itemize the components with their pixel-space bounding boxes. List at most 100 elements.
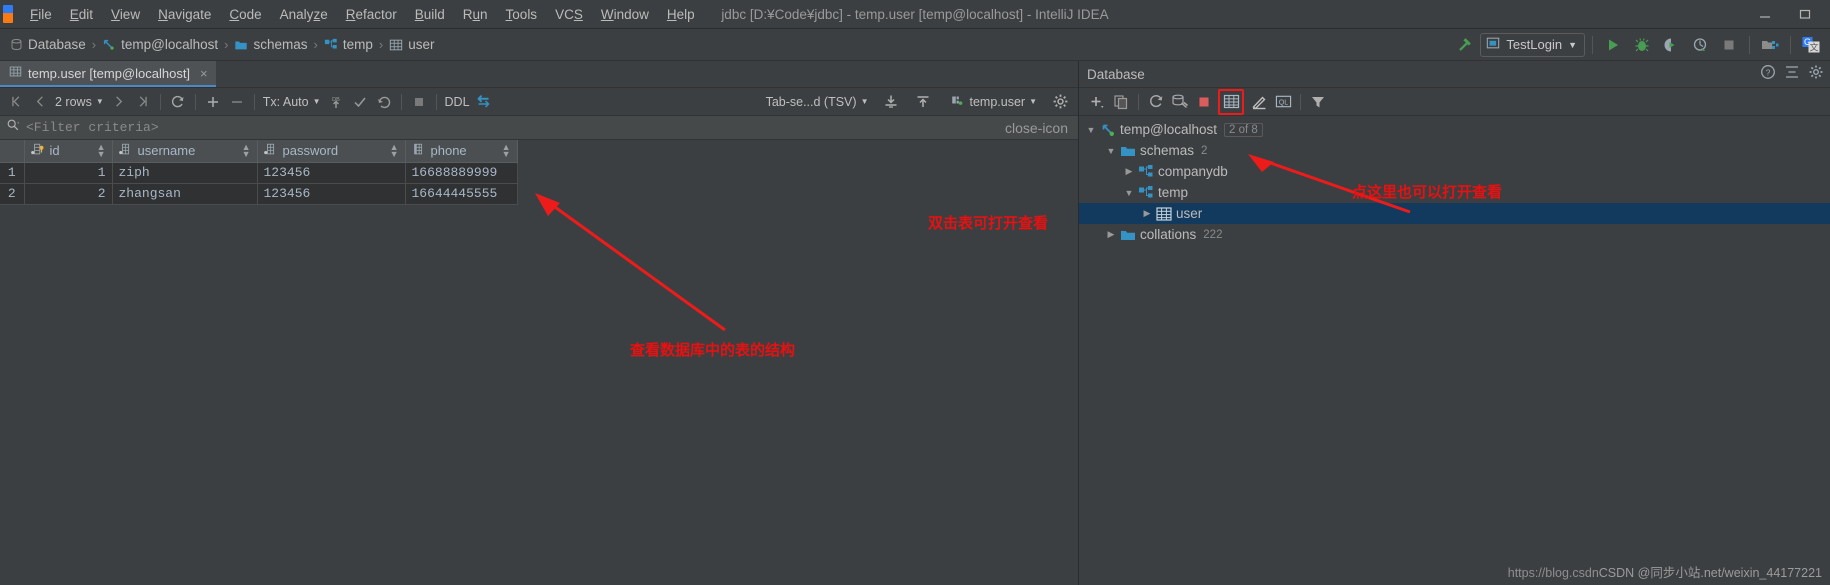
table-row[interactable]: 1 1 ziph 123456 16688889999: [0, 162, 518, 184]
tree-node-user[interactable]: ▶ user: [1079, 203, 1830, 224]
next-page-button[interactable]: [107, 90, 131, 114]
menu-item-navigate[interactable]: Navigate: [149, 3, 220, 26]
cell-phone[interactable]: 16688889999: [405, 162, 518, 184]
filter-button[interactable]: [1306, 90, 1330, 114]
menu-item-window[interactable]: Window: [592, 3, 658, 26]
filter-bar[interactable]: <Filter criteria> close-icon: [0, 116, 1078, 140]
add-datasource-button[interactable]: [1085, 90, 1109, 114]
run-button[interactable]: [1600, 32, 1626, 58]
maximize-icon[interactable]: [1786, 1, 1824, 27]
cancel-query-button[interactable]: [407, 90, 431, 114]
output-format-selector[interactable]: Tab-se...d (TSV) ▼: [763, 95, 872, 109]
cell-username[interactable]: zhangsan: [112, 183, 258, 205]
project-structure-button[interactable]: [1757, 32, 1783, 58]
build-hammer-icon[interactable]: [1451, 32, 1477, 58]
sort-indicator-icon[interactable]: ▲ ▼: [390, 142, 399, 158]
column-header-id[interactable]: id ▲ ▼: [24, 140, 113, 163]
tree-node-companydb[interactable]: ▶ companydb: [1079, 161, 1830, 182]
cell-password[interactable]: 123456: [257, 162, 406, 184]
sort-indicator-icon[interactable]: ▲ ▼: [502, 142, 511, 158]
datasource-selector[interactable]: temp.user ▼: [947, 93, 1040, 110]
search-icon[interactable]: [6, 118, 20, 137]
menu-item-refactor[interactable]: Refactor: [337, 3, 406, 26]
delete-row-button[interactable]: [225, 90, 249, 114]
menu-item-help[interactable]: Help: [658, 3, 704, 26]
breadcrumb-separator: ›: [378, 37, 384, 52]
editor-tab-temp-user[interactable]: temp.user [temp@localhost] ×: [0, 61, 216, 87]
profile-button[interactable]: [1687, 32, 1713, 58]
settings-button[interactable]: [1048, 90, 1072, 114]
export-button[interactable]: [879, 90, 903, 114]
menu-item-tools[interactable]: Tools: [497, 3, 547, 26]
breadcrumb-item-schemas[interactable]: schemas: [230, 35, 311, 54]
import-button[interactable]: [911, 90, 935, 114]
query-console-button[interactable]: QL: [1271, 90, 1295, 114]
ddl-label[interactable]: DDL: [442, 95, 473, 109]
sync-button[interactable]: [1168, 90, 1192, 114]
menu-item-file[interactable]: FFileile: [21, 3, 61, 26]
column-header-phone[interactable]: phone ▲ ▼: [405, 140, 518, 163]
refresh-button[interactable]: [1144, 90, 1168, 114]
row-count-selector[interactable]: 2 rows ▼: [52, 95, 107, 109]
menu-item-view[interactable]: View: [102, 3, 149, 26]
gear-icon[interactable]: [1808, 64, 1824, 85]
toolbar-divider: [1592, 35, 1593, 54]
intellij-logo-icon: [3, 5, 13, 23]
menu-item-build[interactable]: Build: [406, 3, 454, 26]
menu-item-run[interactable]: Run: [454, 3, 497, 26]
ddl-arrows-icon[interactable]: [473, 90, 497, 114]
rollback-button[interactable]: [372, 90, 396, 114]
run-configuration-selector[interactable]: TestLogin ▼: [1480, 32, 1585, 57]
chevron-down-icon[interactable]: ▼: [1121, 188, 1137, 198]
commit-button[interactable]: [348, 90, 372, 114]
tree-node-schemas[interactable]: ▼ schemas 2: [1079, 140, 1830, 161]
first-page-button[interactable]: [4, 90, 28, 114]
help-icon[interactable]: ?: [1760, 64, 1776, 85]
modify-button[interactable]: [1247, 90, 1271, 114]
chevron-right-icon[interactable]: ▶: [1121, 166, 1137, 177]
previous-page-button[interactable]: [28, 90, 52, 114]
tree-node-collations[interactable]: ▶ collations 222: [1079, 224, 1830, 245]
menu-item-code[interactable]: Code: [220, 3, 270, 26]
debug-button[interactable]: [1629, 32, 1655, 58]
stop-button[interactable]: [1716, 32, 1742, 58]
submit-to-db-button[interactable]: DB: [324, 90, 348, 114]
translate-button[interactable]: G文: [1798, 32, 1824, 58]
column-header-username[interactable]: username ▲ ▼: [112, 140, 258, 163]
minimize-icon[interactable]: [1746, 1, 1784, 27]
collapse-all-icon[interactable]: [1784, 64, 1800, 85]
filter-input[interactable]: <Filter criteria>: [26, 120, 159, 135]
cell-phone[interactable]: 16644445555: [405, 183, 518, 205]
sort-indicator-icon[interactable]: ▲ ▼: [97, 142, 106, 158]
run-with-coverage-button[interactable]: [1658, 32, 1684, 58]
open-table-editor-button[interactable]: [1218, 88, 1244, 115]
menu-item-analyze[interactable]: Analyze: [271, 3, 337, 26]
cell-username[interactable]: ziph: [112, 162, 258, 184]
breadcrumb-item-table-user[interactable]: user: [385, 35, 438, 54]
cell-password[interactable]: 123456: [257, 183, 406, 205]
tree-node-connection[interactable]: ▼ temp@localhost 2 of 8: [1079, 119, 1830, 140]
last-page-button[interactable]: [131, 90, 155, 114]
table-row[interactable]: 2 2 zhangsan 123456 16644445555: [0, 183, 518, 205]
close-icon[interactable]: close-icon: [1005, 120, 1068, 136]
reload-button[interactable]: [166, 90, 190, 114]
cell-id[interactable]: 2: [24, 183, 113, 205]
chevron-right-icon[interactable]: ▶: [1103, 229, 1119, 240]
chevron-down-icon[interactable]: ▼: [1083, 125, 1099, 135]
breadcrumb-item-schema-temp[interactable]: temp: [320, 35, 377, 54]
breadcrumb-item-database[interactable]: Database: [6, 35, 90, 54]
chevron-right-icon[interactable]: ▶: [1139, 208, 1155, 219]
column-header-password[interactable]: password ▲ ▼: [257, 140, 406, 163]
menu-item-vcs[interactable]: VCS: [546, 3, 592, 26]
breadcrumb-item-connection[interactable]: temp@localhost: [98, 35, 222, 54]
add-row-button[interactable]: [201, 90, 225, 114]
sort-indicator-icon[interactable]: ▲ ▼: [242, 142, 251, 158]
stop-button[interactable]: [1192, 90, 1216, 114]
chevron-down-icon[interactable]: ▼: [1103, 146, 1119, 156]
menu-item-edit[interactable]: Edit: [61, 3, 102, 26]
duplicate-button[interactable]: [1109, 90, 1133, 114]
transaction-mode-selector[interactable]: Tx: Auto ▼: [260, 95, 324, 109]
cell-id[interactable]: 1: [24, 162, 113, 184]
close-icon[interactable]: ×: [200, 66, 208, 81]
annotation-view-structure: 查看数据库中的表的结构: [630, 341, 796, 359]
